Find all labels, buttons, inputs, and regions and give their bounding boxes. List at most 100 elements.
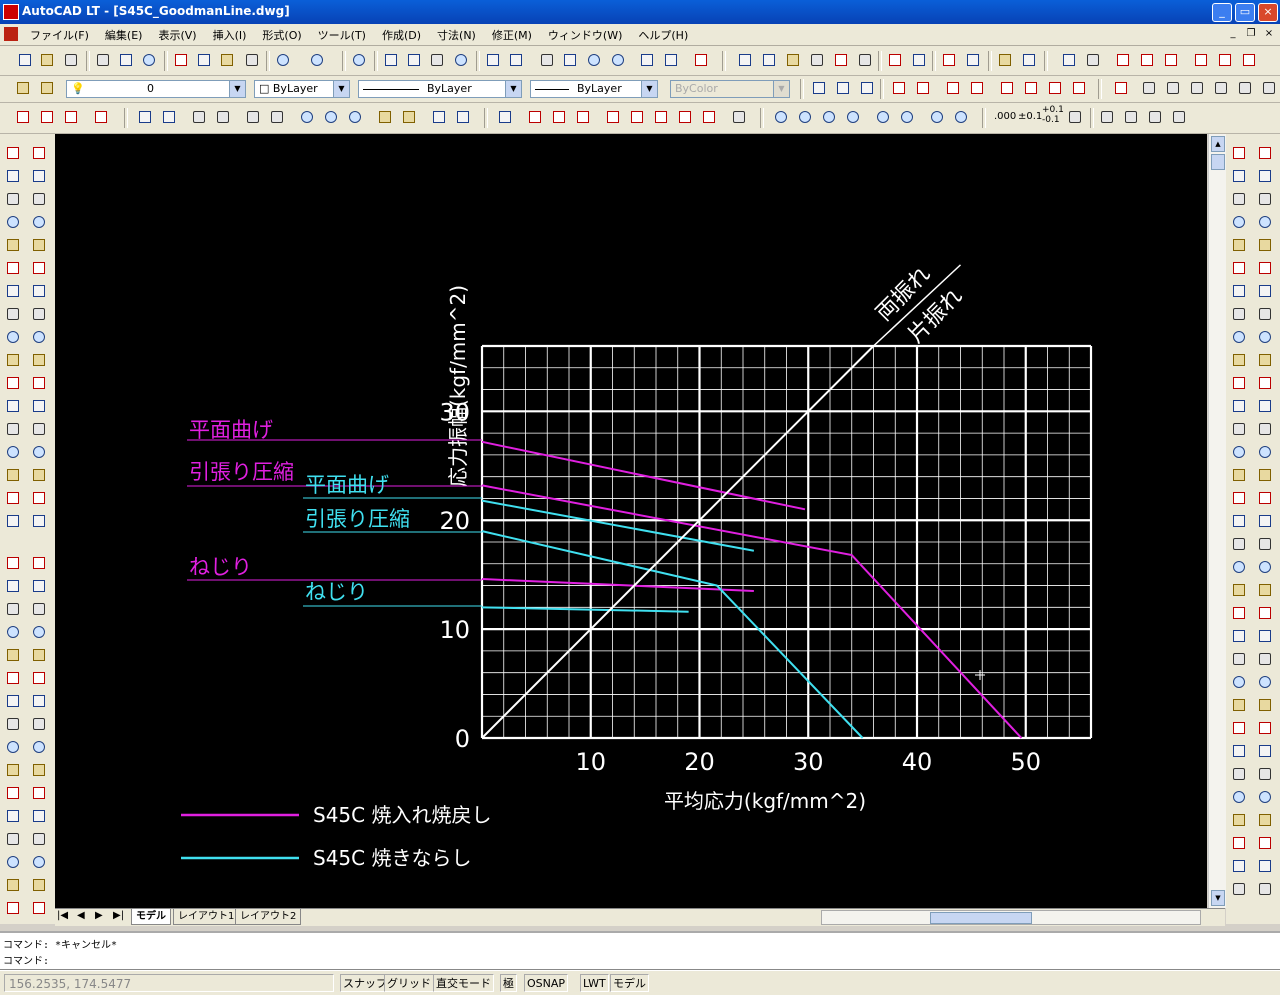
radius-dim-icon[interactable]: [92, 108, 110, 126]
edit-tool-icon[interactable]: [914, 79, 932, 97]
osnap-toggle[interactable]: OSNAP: [524, 974, 569, 992]
draw-tool-icon[interactable]: [4, 190, 22, 208]
regen-icon[interactable]: [832, 51, 850, 69]
surface-tool-icon[interactable]: [1230, 696, 1248, 714]
solid-tool-icon[interactable]: [1256, 696, 1274, 714]
solid-tool-icon[interactable]: [1256, 535, 1274, 553]
scroll-up-icon[interactable]: ▲: [1211, 136, 1225, 152]
snap-intersection-icon[interactable]: [574, 108, 592, 126]
solid-tool-icon[interactable]: [1256, 420, 1274, 438]
solid-tool-icon[interactable]: [1256, 466, 1274, 484]
dim-tool-icon[interactable]: [1098, 108, 1116, 126]
fraction-icon[interactable]: [1260, 79, 1278, 97]
ucs-icon[interactable]: [886, 51, 904, 69]
edit-tool-icon[interactable]: [834, 79, 852, 97]
design-center-icon[interactable]: [507, 51, 525, 69]
inquiry-tool-icon[interactable]: [30, 600, 48, 618]
menu-file[interactable]: ファイル(F): [22, 24, 97, 43]
draw-tool-icon[interactable]: [4, 213, 22, 231]
tab-model[interactable]: モデル: [131, 909, 171, 925]
osnap-settings-icon[interactable]: [496, 108, 514, 126]
surface-tool-icon[interactable]: [1230, 834, 1248, 852]
tab-layout1[interactable]: レイアウト1: [173, 909, 240, 925]
extend-icon[interactable]: [1022, 79, 1040, 97]
print-preview-icon[interactable]: [117, 51, 135, 69]
new-icon[interactable]: [16, 51, 34, 69]
solid-tool-icon[interactable]: [1256, 167, 1274, 185]
stretch-icon[interactable]: [1070, 79, 1088, 97]
paste-icon[interactable]: [218, 51, 236, 69]
solid-tool-icon[interactable]: [1256, 259, 1274, 277]
solid-tool-icon[interactable]: [1256, 627, 1274, 645]
surface-tool-icon[interactable]: [1230, 328, 1248, 346]
inquiry-tool-icon[interactable]: [30, 807, 48, 825]
ortho-toggle[interactable]: 直交モード: [433, 974, 494, 992]
command-window[interactable]: コマンド: *キャンセル* コマンド:: [0, 931, 1280, 970]
horizontal-scroll-thumb[interactable]: [930, 912, 1032, 924]
surface-tool-icon[interactable]: [1230, 673, 1248, 691]
surface-tool-icon[interactable]: [1230, 236, 1248, 254]
modify-tool-icon[interactable]: [30, 489, 48, 507]
multiline-icon[interactable]: [1240, 51, 1258, 69]
refedit-icon[interactable]: [808, 51, 826, 69]
dim-linear-icon[interactable]: [430, 108, 448, 126]
solid-tool-icon[interactable]: [1256, 328, 1274, 346]
drawing-area[interactable]: 0 10 20 30 10 20 30 40 50 応力振幅(kgf/mm^2) 平均応力(kgf/…: [55, 134, 1207, 908]
surface-tool-icon[interactable]: [1230, 627, 1248, 645]
text-style-icon[interactable]: [996, 51, 1014, 69]
surface-tool-icon[interactable]: [1230, 811, 1248, 829]
layer-select[interactable]: 💡 0 ▼: [66, 80, 246, 98]
modify-tool-icon[interactable]: [30, 512, 48, 530]
inquiry-tool-icon[interactable]: [30, 554, 48, 572]
solid-tool-icon[interactable]: [1256, 880, 1274, 898]
surface-tool-icon[interactable]: [1230, 282, 1248, 300]
inquiry-tool-icon[interactable]: [30, 738, 48, 756]
modify-tool-icon[interactable]: [30, 443, 48, 461]
dimension-tool-icon[interactable]: [4, 715, 22, 733]
region-icon[interactable]: [1114, 51, 1132, 69]
solid-tool-icon[interactable]: [1256, 581, 1274, 599]
surface-tool-icon[interactable]: [1230, 880, 1248, 898]
surface-tool-icon[interactable]: [1230, 213, 1248, 231]
zoom-realtime-icon[interactable]: [405, 51, 423, 69]
fraction-icon[interactable]: [1140, 79, 1158, 97]
ungroup-icon[interactable]: [760, 51, 778, 69]
markup-icon[interactable]: [585, 51, 603, 69]
fraction-icon[interactable]: [1212, 79, 1230, 97]
dimension-tool-icon[interactable]: [4, 807, 22, 825]
linetype-select[interactable]: ByLayer ▼: [358, 80, 522, 98]
dimension-tool-icon[interactable]: [4, 761, 22, 779]
chamfer-icon[interactable]: [346, 108, 364, 126]
solid-tool-icon[interactable]: [1256, 397, 1274, 415]
inquiry-tool-icon[interactable]: [30, 577, 48, 595]
menu-dimension[interactable]: 寸法(N): [429, 24, 484, 43]
layer-manager-icon[interactable]: [14, 79, 32, 97]
pan-icon[interactable]: [382, 51, 400, 69]
menu-view[interactable]: 表示(V): [150, 24, 204, 43]
surface-tool-icon[interactable]: [1230, 765, 1248, 783]
deviation-button[interactable]: +0.1 -0.1: [1042, 105, 1064, 125]
surface-tool-icon[interactable]: [1230, 167, 1248, 185]
revcloud-icon[interactable]: [1138, 51, 1156, 69]
dim-tool-icon[interactable]: [1146, 108, 1164, 126]
zoom-window-icon[interactable]: [428, 51, 446, 69]
snap-center-icon[interactable]: [604, 108, 622, 126]
dim-tool-icon[interactable]: [1066, 108, 1084, 126]
minimize-button[interactable]: _: [1212, 3, 1232, 22]
solid-tool-icon[interactable]: [1256, 144, 1274, 162]
scroll-thumb[interactable]: [1211, 154, 1225, 170]
snap-perpendicular-icon[interactable]: [676, 108, 694, 126]
text-edit-icon[interactable]: [1112, 79, 1130, 97]
fraction-icon[interactable]: [1164, 79, 1182, 97]
surface-tool-icon[interactable]: [1230, 351, 1248, 369]
ray-icon[interactable]: [1216, 51, 1234, 69]
restore-button[interactable]: ▭: [1235, 3, 1255, 22]
snap-toggle[interactable]: スナップ: [340, 974, 390, 992]
command-prompt[interactable]: コマンド:: [3, 952, 49, 967]
array-icon[interactable]: [298, 108, 316, 126]
grid-toggle[interactable]: グリッド: [384, 974, 434, 992]
surface-tool-icon[interactable]: [1230, 512, 1248, 530]
surface-tool-icon[interactable]: [1230, 466, 1248, 484]
properties-icon[interactable]: [484, 51, 502, 69]
modify-tool-icon[interactable]: [30, 190, 48, 208]
